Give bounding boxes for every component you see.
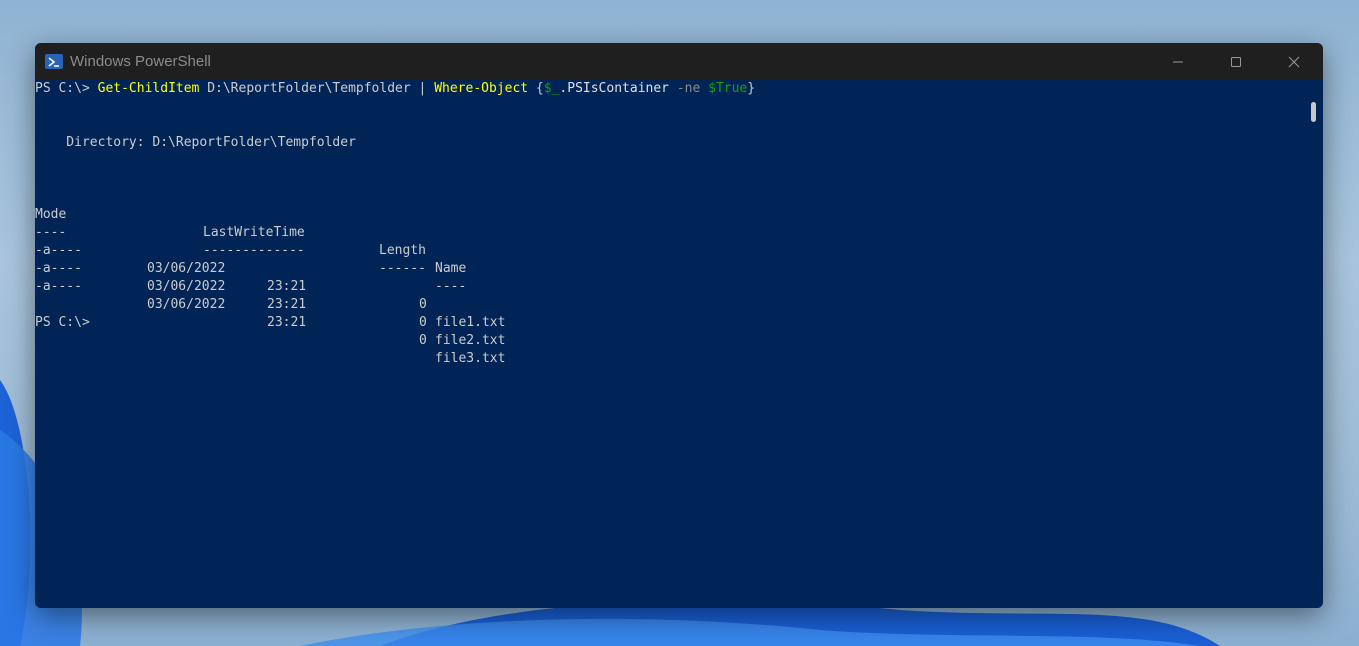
command-line: PS C:\> Get-ChildItem D:\ReportFolder\Te… xyxy=(35,80,755,98)
brace-open: { xyxy=(528,81,544,96)
row-date: 03/06/2022 xyxy=(147,297,226,312)
property-name: .PSIsContainer xyxy=(559,81,677,96)
title-bar[interactable]: Windows PowerShell xyxy=(35,43,1323,80)
operator: -ne xyxy=(676,81,701,96)
final-prompt: PS C:\> xyxy=(35,315,90,330)
row-time: 23:21 xyxy=(267,315,307,330)
window-controls xyxy=(1149,43,1323,80)
maximize-icon xyxy=(1231,56,1241,67)
minimize-button[interactable] xyxy=(1149,43,1207,80)
maximize-button[interactable] xyxy=(1207,43,1265,80)
directory-line: Directory: D:\ReportFolder\Tempfolder xyxy=(35,135,356,150)
console-output[interactable]: PS C:\> Get-ChildItem D:\ReportFolder\Te… xyxy=(35,80,1303,608)
close-icon xyxy=(1288,56,1300,67)
cmdlet-where-object: Where-Object xyxy=(434,81,529,96)
header-row: Mode LastWriteTime Length Name xyxy=(35,188,555,276)
row-name: file3.txt xyxy=(435,351,506,366)
powershell-window: Windows PowerShell PS C:\> Get-ChildItem… xyxy=(35,43,1323,608)
window-title: Windows PowerShell xyxy=(70,53,211,70)
row-name: file1.txt xyxy=(435,315,506,330)
row-mode: -a---- xyxy=(35,279,82,294)
prompt: PS C:\> xyxy=(35,81,98,96)
row-time: 23:21 xyxy=(267,279,307,294)
path-argument: D:\ReportFolder\Tempfolder | xyxy=(199,81,435,96)
true-value: $True xyxy=(708,81,748,96)
minimize-icon xyxy=(1173,61,1183,62)
scrollbar-thumb[interactable] xyxy=(1311,102,1316,122)
cmdlet-get-childitem: Get-ChildItem xyxy=(97,81,200,96)
row-time: 23:21 xyxy=(267,297,307,312)
brace-close: } xyxy=(747,81,756,96)
underline-row: ---- ------------- ------ ---- xyxy=(35,206,555,294)
row-length: 0 xyxy=(419,333,427,348)
table-row: -a---- 03/06/2022 23:21 0 file1.txt xyxy=(35,224,555,330)
powershell-icon xyxy=(45,54,63,69)
close-button[interactable] xyxy=(1265,43,1323,80)
underline-name: ---- xyxy=(435,279,467,294)
row-date: 03/06/2022 xyxy=(147,279,226,294)
pipeline-variable: $_ xyxy=(543,81,560,96)
vertical-scrollbar[interactable] xyxy=(1303,80,1323,608)
row-name: file2.txt xyxy=(435,333,506,348)
table-row: -a---- 03/06/2022 23:21 0 file2.txt xyxy=(35,242,555,348)
table-row: -a---- 03/06/2022 23:21 0 file3.txt xyxy=(35,260,555,366)
row-length: 0 xyxy=(419,315,427,330)
row-length: 0 xyxy=(419,297,427,312)
